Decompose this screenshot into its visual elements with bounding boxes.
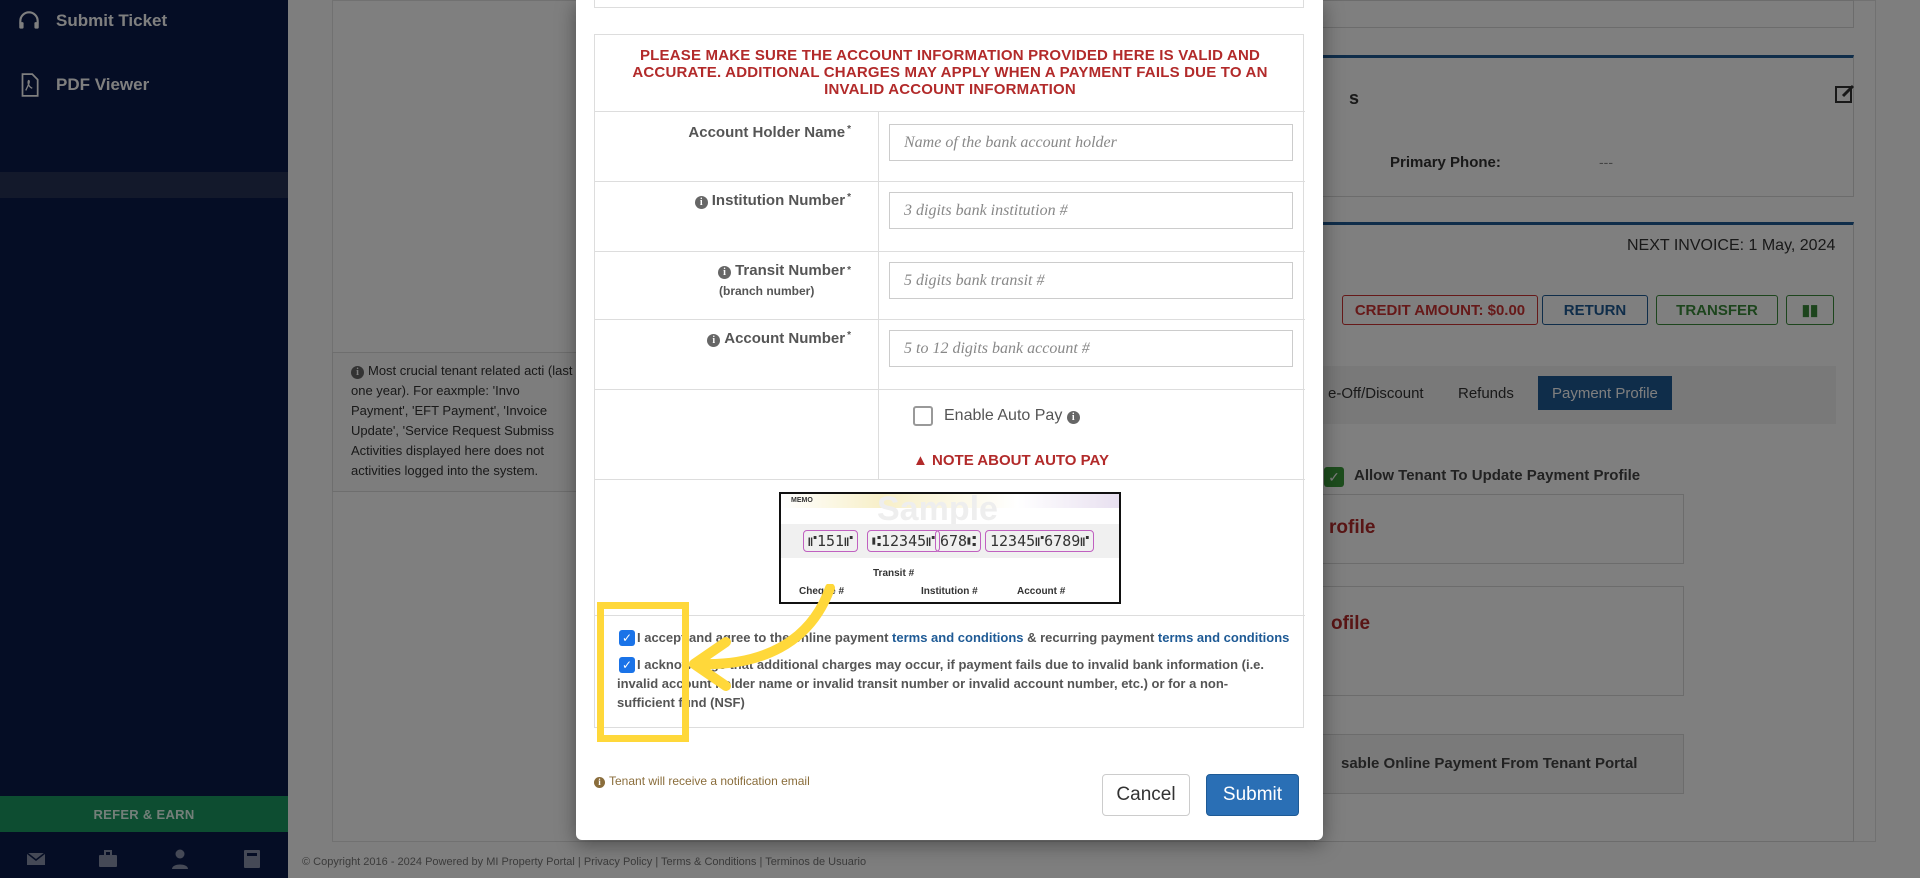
cheque-label-institution: Institution # [921, 586, 978, 597]
account-holder-input[interactable] [889, 124, 1293, 161]
cheque-label-transit: Transit # [873, 568, 915, 579]
field-row-institution: i Institution Number * [595, 181, 1305, 251]
info-icon[interactable]: i [694, 196, 708, 209]
tutorial-highlight-box [597, 602, 689, 742]
auto-pay-note-text: NOTE ABOUT AUTO PAY [932, 452, 1109, 469]
transit-label: i Transit Number * [595, 262, 875, 280]
warning-message: PLEASE MAKE SURE THE ACCOUNT INFORMATION… [632, 47, 1268, 98]
notification-note: i Tenant will receive a notification emai… [594, 774, 810, 788]
row-divider [878, 390, 879, 479]
tutorial-arrow-icon [689, 584, 835, 691]
transit-sublabel: (branch number) [719, 284, 815, 298]
micr-institution-number: 678⑆ [935, 530, 982, 552]
field-label-text: Account Holder Name [688, 124, 846, 141]
terms-link-online[interactable]: terms and conditions [892, 630, 1023, 645]
account-number-input[interactable] [889, 330, 1293, 367]
row-divider [878, 182, 879, 251]
field-label-text: Institution Number [711, 192, 846, 209]
row-divider [878, 112, 879, 181]
micr-cheque-number: ⑈151⑈ [803, 530, 859, 552]
auto-pay-label: Enable Auto Pay i [944, 407, 1084, 425]
micr-account-number: 12345⑈6789⑈ [985, 530, 1095, 552]
institution-number-input[interactable] [889, 192, 1293, 229]
account-holder-label: Account Holder Name * [688, 124, 851, 141]
institution-label: i Institution Number * [595, 192, 875, 209]
agree-text: & recurring payment [1027, 630, 1155, 645]
field-row-transit: i Transit Number * (branch number) [595, 251, 1305, 319]
info-icon[interactable]: i [718, 266, 732, 279]
cheque-label-account: Account # [1017, 586, 1066, 597]
info-icon: i [594, 777, 605, 788]
auto-pay-checkbox[interactable] [913, 406, 933, 426]
field-row-account: i Account Number * [595, 319, 1305, 389]
cancel-button[interactable]: Cancel [1102, 774, 1190, 816]
warning-icon: ▲ [913, 452, 928, 469]
cheque-memo: MEMO [791, 497, 813, 504]
submit-button[interactable]: Submit [1206, 774, 1299, 816]
terms-link-recurring[interactable]: terms and conditions [1158, 630, 1289, 645]
info-icon[interactable]: i [707, 334, 721, 347]
top-input-remnant [594, 0, 1304, 8]
row-divider [878, 252, 879, 319]
row-divider [878, 320, 879, 389]
field-label-text: Account Number [724, 330, 846, 347]
field-label-text: Transit Number [735, 262, 846, 279]
account-number-label: i Account Number * [595, 330, 875, 347]
field-row-autopay: Enable Auto Pay i ▲ NOTE ABOUT AUTO PAY [595, 389, 1305, 479]
auto-pay-text: Enable Auto Pay [944, 407, 1063, 424]
micr-transit-number: ⑆12345⑈ [867, 530, 941, 552]
transit-number-input[interactable] [889, 262, 1293, 299]
auto-pay-note-link[interactable]: ▲ NOTE ABOUT AUTO PAY [913, 452, 1109, 469]
field-row-account-holder: Account Holder Name * [595, 111, 1305, 181]
notification-text: Tenant will receive a notification email [609, 774, 810, 788]
info-icon[interactable]: i [1066, 411, 1080, 424]
